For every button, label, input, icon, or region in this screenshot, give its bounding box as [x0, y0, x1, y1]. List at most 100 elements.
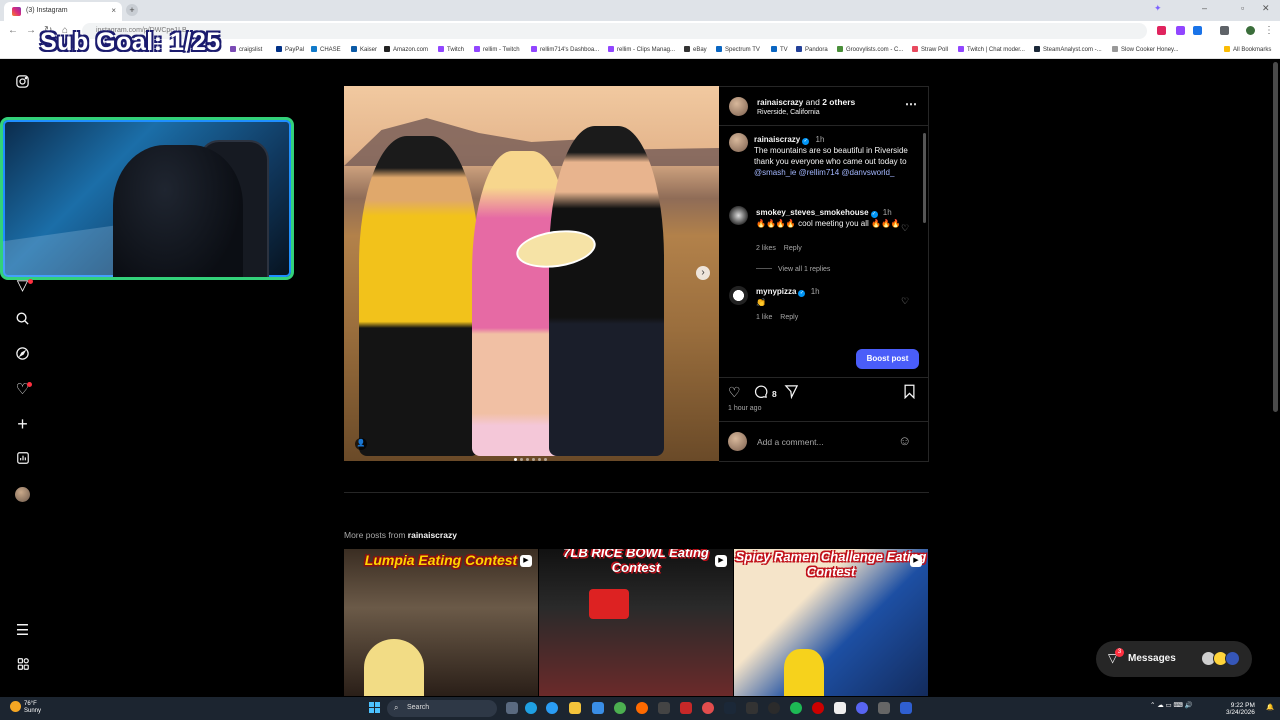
extension-3-icon[interactable] — [1193, 26, 1202, 35]
page-scrollbar[interactable] — [1273, 62, 1278, 412]
app-icon[interactable] — [878, 702, 890, 714]
more-options-icon[interactable]: ⋯ — [905, 97, 917, 111]
messages-button[interactable]: ▽ 3 Messages — [1096, 641, 1252, 677]
bookmark-item[interactable]: Straw Poll — [912, 46, 948, 53]
comment-avatar[interactable] — [729, 286, 748, 305]
extension-2-icon[interactable] — [1176, 26, 1185, 35]
bookmark-item[interactable]: Pandora — [796, 46, 828, 53]
post-image[interactable]: › 👤 — [344, 86, 719, 461]
notification-bell-icon[interactable]: 🔔 — [1266, 704, 1274, 711]
emoji-icon[interactable]: ☺ — [898, 433, 911, 448]
minimize-icon[interactable]: – — [1202, 3, 1207, 13]
bookmark-item[interactable]: Spectrum TV — [716, 46, 760, 53]
back-icon[interactable]: ← — [8, 25, 18, 36]
more-menu-icon[interactable]: ☰ — [14, 622, 31, 639]
bookmark-item[interactable]: craigslist — [230, 46, 262, 53]
url-field[interactable]: instagram.com/p/DWCpe1LB... — [82, 23, 1147, 39]
like-comment-icon[interactable]: ♡ — [901, 296, 909, 307]
copilot-icon[interactable] — [525, 702, 537, 714]
bookmark-item[interactable]: Twitch — [438, 46, 464, 53]
comments-scrollbar[interactable] — [923, 133, 926, 223]
bookmark-item[interactable]: SteamAnalyst.com -... — [1034, 46, 1102, 53]
post-author-avatar[interactable] — [729, 97, 748, 116]
comment-username[interactable]: smokey_steves_smokehouse — [756, 208, 869, 217]
view-replies[interactable]: View all 1 replies — [756, 266, 830, 273]
bookmark-item[interactable]: rellim714's Dashboa... — [531, 46, 599, 53]
chrome-icon[interactable] — [614, 702, 626, 714]
reply-button[interactable]: Reply — [784, 245, 802, 252]
dashboard-icon[interactable] — [14, 451, 31, 468]
comment-likes[interactable]: 2 likes — [756, 245, 776, 252]
comment-icon[interactable] — [753, 384, 768, 402]
also-from-meta-icon[interactable] — [14, 657, 31, 674]
maximize-icon[interactable]: ▫ — [1241, 3, 1244, 13]
weather-widget[interactable]: 76°F Sunny — [10, 701, 41, 715]
tagged-users-icon[interactable]: 👤 — [355, 438, 367, 450]
forward-icon[interactable]: → — [26, 25, 36, 36]
task-view-icon[interactable] — [506, 702, 518, 714]
epic-games-icon[interactable] — [746, 702, 758, 714]
save-bookmark-icon[interactable] — [903, 384, 916, 402]
bookmark-item[interactable]: Amazon.com — [384, 46, 428, 53]
app-icon[interactable] — [834, 702, 846, 714]
bookmark-item[interactable]: Kaiser — [351, 46, 377, 53]
bookmark-item[interactable]: TV — [771, 46, 788, 53]
next-image-button[interactable]: › — [696, 266, 710, 280]
post-author-username[interactable]: rainaiscrazy — [757, 98, 803, 107]
app-icon[interactable] — [702, 702, 714, 714]
explore-icon[interactable] — [14, 346, 31, 363]
bookmark-item[interactable]: rellim - Twitch — [474, 46, 520, 53]
bookmark-item[interactable]: Slow Cooker Honey... — [1112, 46, 1179, 53]
clock[interactable]: 9:22 PM 3/24/2026 — [1226, 702, 1255, 716]
windows-start-icon[interactable] — [369, 702, 381, 714]
comment-likes[interactable]: 1 like — [756, 314, 772, 321]
more-post-thumb[interactable]: 7LB RICE BOWL Eating Contest ▶ — [539, 549, 733, 696]
extension-4-icon[interactable] — [1220, 26, 1229, 35]
collaborators-link[interactable]: 2 others — [822, 97, 855, 107]
reply-button[interactable]: Reply — [780, 314, 798, 321]
app-icon[interactable] — [658, 702, 670, 714]
firefox-icon[interactable] — [636, 702, 648, 714]
post-location[interactable]: Riverside, California — [757, 109, 820, 116]
steam-icon[interactable] — [724, 702, 736, 714]
bookmark-item[interactable]: rellim - Clips Manag... — [608, 46, 675, 53]
system-tray-icons[interactable]: ⌃ ☁ ▭ ⌨ 🔊 — [1150, 702, 1193, 709]
app-icon[interactable] — [812, 702, 824, 714]
browser-menu-icon[interactable]: ⋮ — [1264, 25, 1274, 36]
bookmark-item[interactable]: Twitch | Chat moder... — [958, 46, 1025, 53]
mention-link[interactable]: @rellim714 — [799, 168, 840, 177]
share-icon[interactable] — [784, 384, 799, 402]
store-icon[interactable] — [592, 702, 604, 714]
bookmark-item[interactable]: Groovylists.com - C... — [837, 46, 903, 53]
more-post-thumb[interactable]: Lumpia Eating Contest ▶ — [344, 549, 538, 696]
more-posts-username[interactable]: rainaiscrazy — [408, 530, 457, 540]
all-bookmarks[interactable]: All Bookmarks — [1224, 46, 1271, 53]
extension-1-icon[interactable] — [1157, 26, 1166, 35]
app-icon[interactable] — [680, 702, 692, 714]
bookmark-item[interactable]: PayPal — [276, 46, 304, 53]
add-comment-input[interactable]: Add a comment... — [757, 437, 824, 447]
like-comment-icon[interactable]: ♡ — [901, 223, 909, 234]
browser-extension-icon[interactable]: ✦ — [1154, 3, 1162, 14]
profile-icon[interactable] — [1246, 26, 1255, 35]
bookmark-item[interactable]: eBay — [684, 46, 707, 53]
more-post-thumb[interactable]: Spicy Ramen Challenge Eating Contest ▶ — [734, 549, 928, 696]
caption-username[interactable]: rainaiscrazy — [754, 135, 800, 144]
browser-tab[interactable]: (3) Instagram × — [4, 2, 122, 21]
bookmark-item[interactable]: CHASE — [311, 46, 341, 53]
obs-icon[interactable] — [768, 702, 780, 714]
like-icon[interactable]: ♡ — [728, 384, 741, 401]
create-plus-icon[interactable]: + — [14, 415, 31, 433]
profile-avatar[interactable] — [15, 487, 30, 502]
search-icon[interactable] — [14, 311, 31, 328]
close-tab-icon[interactable]: × — [111, 6, 116, 15]
close-window-icon[interactable]: ✕ — [1262, 3, 1270, 14]
mention-link[interactable]: @smash_ie — [754, 168, 796, 177]
instagram-logo-icon[interactable] — [14, 74, 31, 91]
app-icon[interactable] — [900, 702, 912, 714]
taskbar-search[interactable]: ⌕ Search — [387, 700, 497, 717]
mention-link[interactable]: @danvsworld_ — [841, 168, 894, 177]
caption-avatar[interactable] — [729, 133, 748, 152]
comment-avatar[interactable] — [729, 206, 748, 225]
file-explorer-icon[interactable] — [569, 702, 581, 714]
